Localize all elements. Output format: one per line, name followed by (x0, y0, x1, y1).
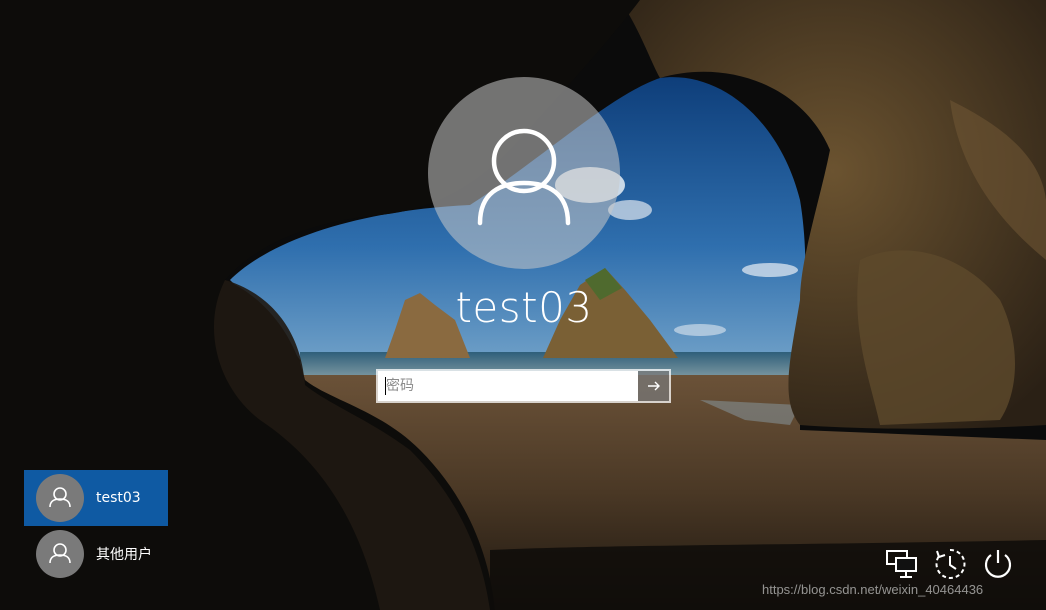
user-avatar (428, 77, 620, 269)
password-box (376, 369, 671, 403)
avatar (36, 474, 84, 522)
submit-button[interactable] (638, 371, 669, 401)
watermark-text: https://blog.csdn.net/weixin_40464436 (762, 582, 984, 597)
avatar (36, 530, 84, 578)
power-icon (984, 550, 1012, 578)
ease-of-access-icon (935, 548, 966, 579)
network-icon (886, 550, 917, 578)
user-item-other-user[interactable]: 其他用户 (24, 526, 168, 582)
power-button[interactable] (980, 546, 1016, 582)
user-silhouette-icon (49, 487, 71, 508)
user-label: 其他用户 (96, 547, 152, 563)
arrow-right-icon (647, 381, 660, 391)
user-item-test03[interactable]: test03 (24, 470, 168, 526)
user-label: test03 (96, 490, 141, 506)
network-button[interactable] (884, 546, 920, 582)
username-title: test03 (455, 283, 593, 332)
password-input[interactable] (378, 371, 638, 401)
ease-of-access-button[interactable] (932, 546, 968, 582)
text-caret (385, 377, 386, 395)
user-silhouette-icon (49, 543, 71, 564)
user-silhouette-icon (477, 128, 571, 226)
